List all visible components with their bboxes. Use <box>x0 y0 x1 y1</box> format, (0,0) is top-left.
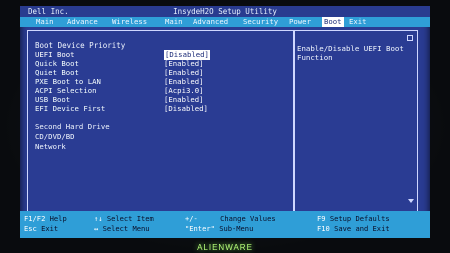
key-desc: Save and Exit <box>334 224 390 233</box>
menu-power[interactable]: Power <box>289 17 311 27</box>
help-text: Enable/Disable UEFI Boot Function <box>297 44 404 62</box>
section-title: Boot Device Priority <box>35 41 126 50</box>
footer-help-bar: F1/F2 Help ↑↓ Select Item +/- Change Val… <box>20 211 430 238</box>
key-desc: Exit <box>41 224 59 233</box>
footer-change-values: +/- Change Values <box>185 214 276 223</box>
key-label: +/- <box>185 214 198 223</box>
footer-select-menu: ↔ Select Menu <box>94 224 150 233</box>
menu-boot[interactable]: Boot <box>322 17 344 27</box>
utility-title: InsydeH2O Setup Utility <box>173 7 277 16</box>
key-desc: Setup Defaults <box>329 214 390 223</box>
menu-advanced[interactable]: Advanced <box>193 17 228 27</box>
setting-label: EFI Device First <box>35 104 106 113</box>
scroll-up-icon <box>407 35 413 41</box>
menu-main[interactable]: Main <box>36 17 54 27</box>
key-label: F1/F2 <box>24 214 46 223</box>
arrow-leftright-icon: ↔ <box>94 224 99 233</box>
key-desc: Change Values <box>220 214 276 223</box>
boot-device-item[interactable]: Network <box>35 142 235 152</box>
help-pane: Enable/Disable UEFI Boot Function <box>293 30 418 213</box>
menu-main-2[interactable]: Main <box>165 17 183 27</box>
menu-security[interactable]: Security <box>243 17 278 27</box>
bios-screen: Dell Inc. InsydeH2O Setup Utility Main A… <box>20 6 430 238</box>
alienware-logo: ALIENWARE <box>197 243 253 252</box>
setting-efi-device-first[interactable]: EFI Device First [Disabled] <box>35 104 285 114</box>
key-label: "Enter" <box>185 224 215 233</box>
title-bar: Dell Inc. InsydeH2O Setup Utility <box>20 6 430 17</box>
arrow-updown-icon: ↑↓ <box>94 214 103 223</box>
footer-setup-defaults: F9 Setup Defaults <box>317 214 390 223</box>
menu-wireless[interactable]: Wireless <box>112 17 147 27</box>
footer-submenu: "Enter" Sub-Menu <box>185 224 253 233</box>
footer-save-exit: F10 Save and Exit <box>317 224 390 233</box>
footer-help: F1/F2 Help <box>24 214 67 223</box>
key-label: F10 <box>317 224 330 233</box>
menu-exit[interactable]: Exit <box>349 17 367 27</box>
key-desc: Select Item <box>106 214 154 223</box>
menu-advance[interactable]: Advance <box>67 17 98 27</box>
setting-value[interactable]: [Disabled] <box>164 104 208 114</box>
footer-select-item: ↑↓ Select Item <box>94 214 154 223</box>
boot-device-item[interactable]: CD/DVD/BD <box>35 132 235 142</box>
scroll-down-icon <box>408 199 414 203</box>
key-label: Esc <box>24 224 37 233</box>
boot-device-item[interactable]: Second Hard Drive <box>35 122 235 132</box>
key-desc: Help <box>49 214 67 223</box>
key-desc: Select Menu <box>102 224 150 233</box>
menu-bar: Main Advance Wireless Main Advanced Secu… <box>20 17 430 27</box>
footer-exit: Esc Exit <box>24 224 58 233</box>
key-label: F9 <box>317 214 326 223</box>
settings-pane: Boot Device Priority UEFI Boot [Disabled… <box>27 30 295 213</box>
boot-order-list: Second Hard Drive CD/DVD/BD Network <box>35 122 235 152</box>
key-desc: Sub-Menu <box>219 224 254 233</box>
